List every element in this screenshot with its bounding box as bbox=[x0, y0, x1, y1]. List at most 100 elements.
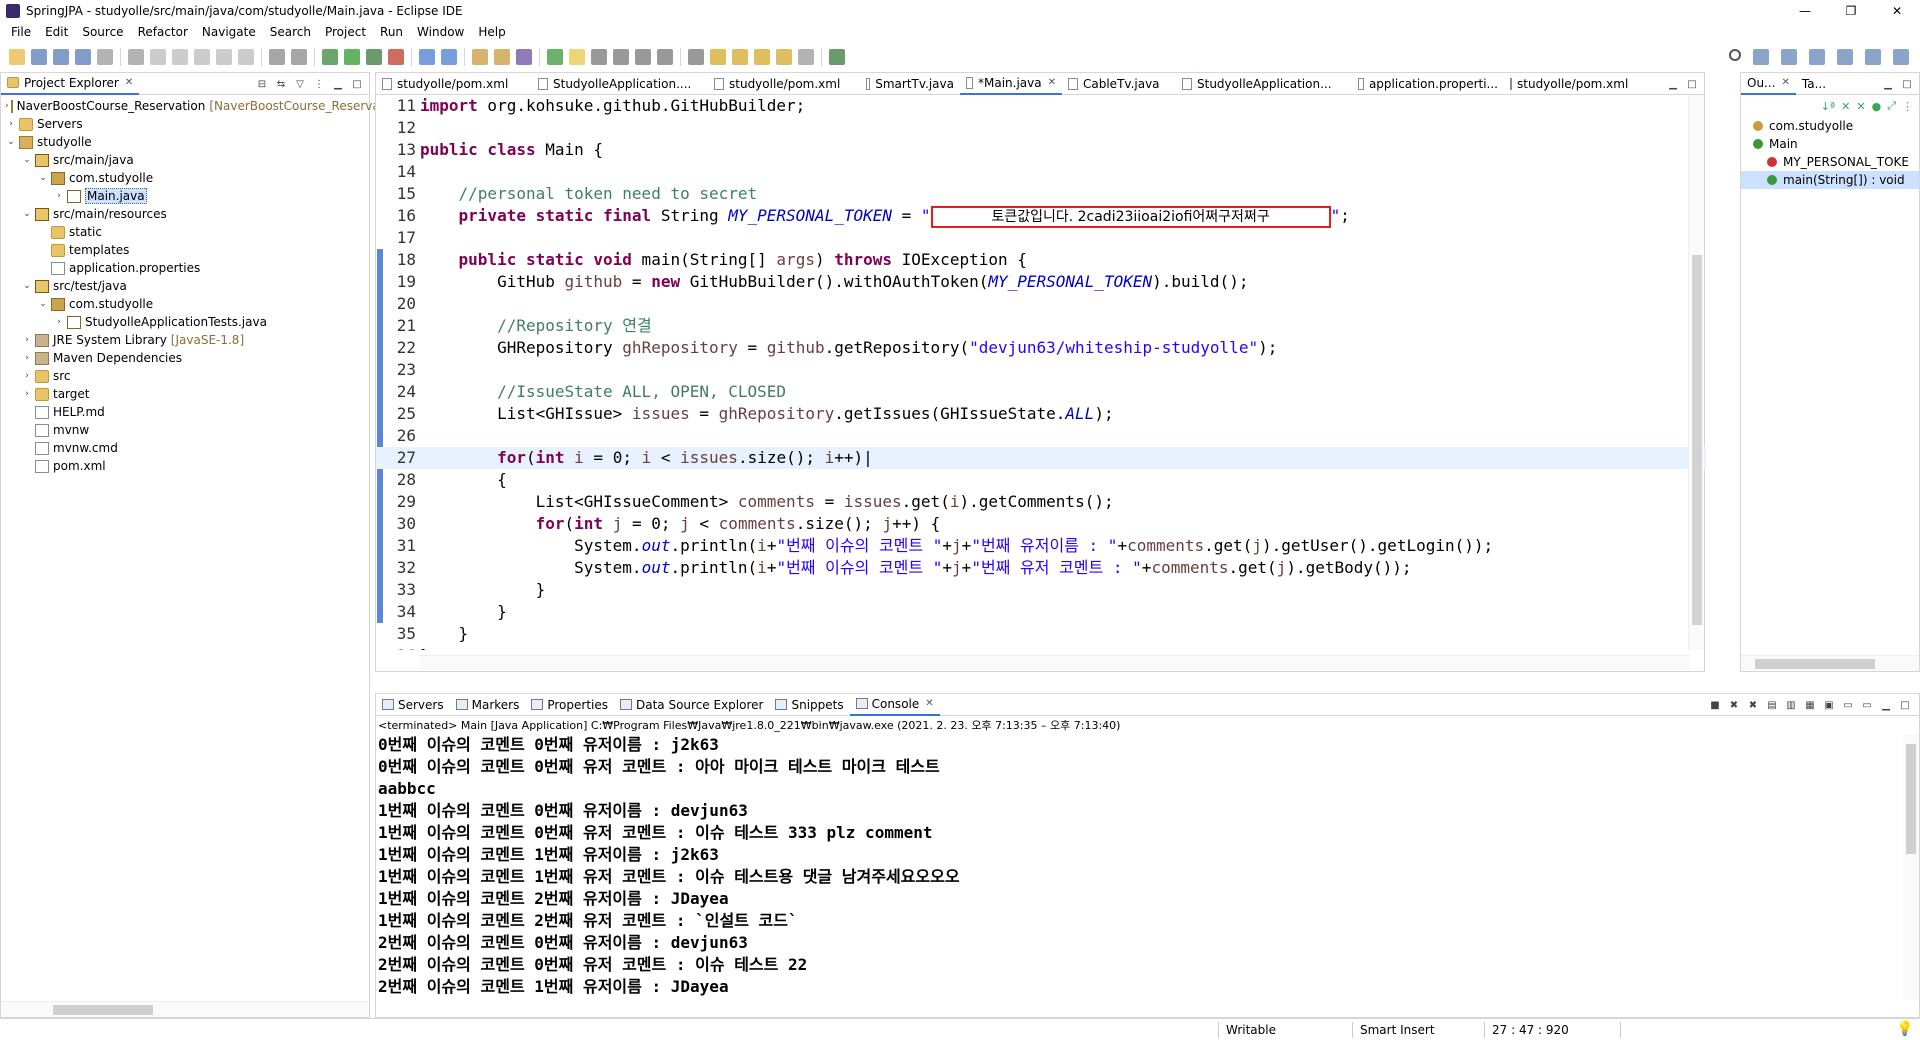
menu-item-project[interactable]: Project bbox=[318, 25, 373, 39]
editor-tab[interactable]: studyolle/pom.xml bbox=[1504, 73, 1634, 95]
next-annotation-icon[interactable] bbox=[688, 49, 704, 65]
editor-tab[interactable]: studyolle/pom.xml bbox=[376, 73, 532, 95]
save-all-icon[interactable] bbox=[53, 49, 69, 65]
editor-tab[interactable]: StudyolleApplication... bbox=[1176, 73, 1352, 95]
restore-icon[interactable]: ❐ bbox=[1828, 0, 1874, 22]
skip-icon[interactable] bbox=[150, 49, 166, 65]
tree-item[interactable]: › StudyolleApplicationTests.java bbox=[1, 313, 369, 331]
pin-console-icon[interactable]: ▣ bbox=[1821, 697, 1837, 713]
forward-history-icon[interactable] bbox=[776, 49, 792, 65]
tree-item[interactable]: application.properties bbox=[1, 259, 369, 277]
close-icon[interactable]: ✕ bbox=[1048, 77, 1056, 88]
display-console-icon[interactable]: ▭ bbox=[1840, 697, 1856, 713]
explorer-horizontal-scrollbar[interactable] bbox=[1, 1001, 369, 1017]
menu-item-file[interactable]: File bbox=[4, 25, 38, 39]
chevron-down-icon[interactable]: ⌄ bbox=[37, 299, 49, 309]
debug-icon[interactable] bbox=[128, 49, 144, 65]
editor-tab[interactable]: application.properti... bbox=[1352, 73, 1504, 95]
minimize-view-icon[interactable]: ▁ bbox=[1880, 76, 1896, 92]
whitespace-icon[interactable] bbox=[613, 49, 629, 65]
chevron-right-icon[interactable]: › bbox=[21, 371, 33, 381]
open-type-icon[interactable] bbox=[472, 49, 488, 65]
tree-item[interactable]: static bbox=[1, 223, 369, 241]
debug-perspective-icon[interactable] bbox=[1809, 49, 1825, 65]
editor-tab[interactable]: CableTv.java bbox=[1062, 73, 1176, 95]
java-perspective-icon[interactable] bbox=[1837, 49, 1853, 65]
collapse-all-icon[interactable]: ⊟ bbox=[254, 76, 270, 92]
code-line[interactable]: 19 GitHub github = new GitHubBuilder().w… bbox=[376, 271, 1706, 293]
tree-item[interactable]: ⌄ com.studyolle bbox=[1, 295, 369, 313]
tab-outline[interactable]: Ou... ✕ bbox=[1741, 73, 1796, 95]
scroll-lock-icon[interactable]: ▥ bbox=[1783, 697, 1799, 713]
tree-item[interactable]: › target bbox=[1, 385, 369, 403]
menu-item-search[interactable]: Search bbox=[263, 25, 318, 39]
scrollbar-thumb[interactable] bbox=[1692, 255, 1702, 625]
tree-item[interactable]: › Servers bbox=[1, 115, 369, 133]
menu-item-edit[interactable]: Edit bbox=[38, 25, 75, 39]
code-line[interactable]: 20 bbox=[376, 293, 1706, 315]
toggle-icon[interactable] bbox=[269, 49, 285, 65]
coverage-icon[interactable] bbox=[366, 49, 382, 65]
maximize-view-icon[interactable]: □ bbox=[1684, 76, 1700, 92]
view-menu-icon[interactable]: ⋮ bbox=[1902, 100, 1913, 113]
close-icon[interactable]: ✕ bbox=[125, 77, 133, 88]
tree-item[interactable]: ⌄ src/main/java bbox=[1, 151, 369, 169]
code-line[interactable]: 28 { bbox=[376, 469, 1706, 491]
code-line[interactable]: 16 private static final String MY_PERSON… bbox=[376, 205, 1706, 228]
pin-icon[interactable] bbox=[798, 49, 814, 65]
tree-item[interactable]: pom.xml bbox=[1, 457, 369, 475]
close-icon[interactable]: ✕ bbox=[925, 698, 933, 709]
clear-console-icon[interactable]: ▤ bbox=[1764, 697, 1780, 713]
tree-item[interactable]: ⌄ studyolle bbox=[1, 133, 369, 151]
code-line[interactable]: 12 bbox=[376, 117, 1706, 139]
maximize-view-icon[interactable]: □ bbox=[1899, 76, 1915, 92]
code-line[interactable]: 34 } bbox=[376, 601, 1706, 623]
minimize-view-icon[interactable]: ▁ bbox=[1665, 76, 1681, 92]
run-icon[interactable] bbox=[344, 49, 360, 65]
search-icon[interactable] bbox=[516, 49, 532, 65]
chevron-right-icon[interactable]: › bbox=[53, 317, 65, 327]
remove-launch-icon[interactable]: ✖ bbox=[1726, 697, 1742, 713]
code-line[interactable]: 36} bbox=[376, 645, 1706, 650]
chevron-down-icon[interactable]: ⌄ bbox=[37, 173, 49, 183]
debug-run-icon[interactable] bbox=[322, 49, 338, 65]
code-line[interactable]: 14 bbox=[376, 161, 1706, 183]
hide-nonpublic-icon[interactable]: ● bbox=[1872, 100, 1882, 113]
close-icon[interactable]: ✕ bbox=[1874, 0, 1920, 22]
editor-horizontal-scrollbar[interactable] bbox=[420, 655, 1690, 671]
open-console-icon[interactable]: ▭ bbox=[1859, 697, 1875, 713]
tree-item[interactable]: › src bbox=[1, 367, 369, 385]
editor-tab[interactable]: StudyolleApplication.... bbox=[532, 73, 708, 95]
chevron-down-icon[interactable]: ⌄ bbox=[21, 281, 33, 291]
sort-icon[interactable]: ↓ª bbox=[1821, 100, 1835, 113]
link-editor-icon[interactable]: ⇆ bbox=[273, 76, 289, 92]
new-package-icon[interactable] bbox=[441, 49, 457, 65]
spring-perspective-icon[interactable] bbox=[1893, 49, 1909, 65]
hide-static-icon[interactable]: ✕ bbox=[1856, 100, 1865, 113]
code-line[interactable]: 33 } bbox=[376, 579, 1706, 601]
step-icon[interactable] bbox=[238, 49, 254, 65]
tab-task-list[interactable]: Ta... bbox=[1796, 73, 1832, 95]
outline-item[interactable]: main(String[]) : void bbox=[1741, 171, 1919, 189]
code-area[interactable]: 11 import org.kohsuke.github.GitHubBuilde… bbox=[376, 95, 1706, 650]
tree-item[interactable]: ⌄ src/test/java bbox=[1, 277, 369, 295]
filter-icon[interactable]: ▽ bbox=[292, 76, 308, 92]
code-line[interactable]: 15 //personal token need to secret bbox=[376, 183, 1706, 205]
outline-item[interactable]: com.studyolle bbox=[1741, 117, 1919, 135]
tree-item[interactable]: templates bbox=[1, 241, 369, 259]
outline-horizontal-scrollbar[interactable] bbox=[1741, 655, 1919, 671]
tab-project-explorer[interactable]: Project Explorer ✕ bbox=[1, 73, 140, 95]
tab-servers[interactable]: Servers bbox=[376, 694, 450, 716]
code-line[interactable]: 23 bbox=[376, 359, 1706, 381]
code-line[interactable]: 22 GHRepository ghRepository = github.ge… bbox=[376, 337, 1706, 359]
code-line[interactable]: 21 //Repository 연결 bbox=[376, 315, 1706, 337]
code-line[interactable]: 35 } bbox=[376, 623, 1706, 645]
tab-snippets[interactable]: Snippets bbox=[769, 694, 849, 716]
stop-icon[interactable] bbox=[194, 49, 210, 65]
tree-item[interactable]: › JRE System Library [JavaSE-1.8] bbox=[1, 331, 369, 349]
suspend-icon[interactable] bbox=[172, 49, 188, 65]
menu-item-navigate[interactable]: Navigate bbox=[195, 25, 263, 39]
terminate-icon[interactable]: ■ bbox=[1707, 697, 1723, 713]
word-wrap-icon[interactable]: ▦ bbox=[1802, 697, 1818, 713]
tree-item[interactable]: HELP.md bbox=[1, 403, 369, 421]
